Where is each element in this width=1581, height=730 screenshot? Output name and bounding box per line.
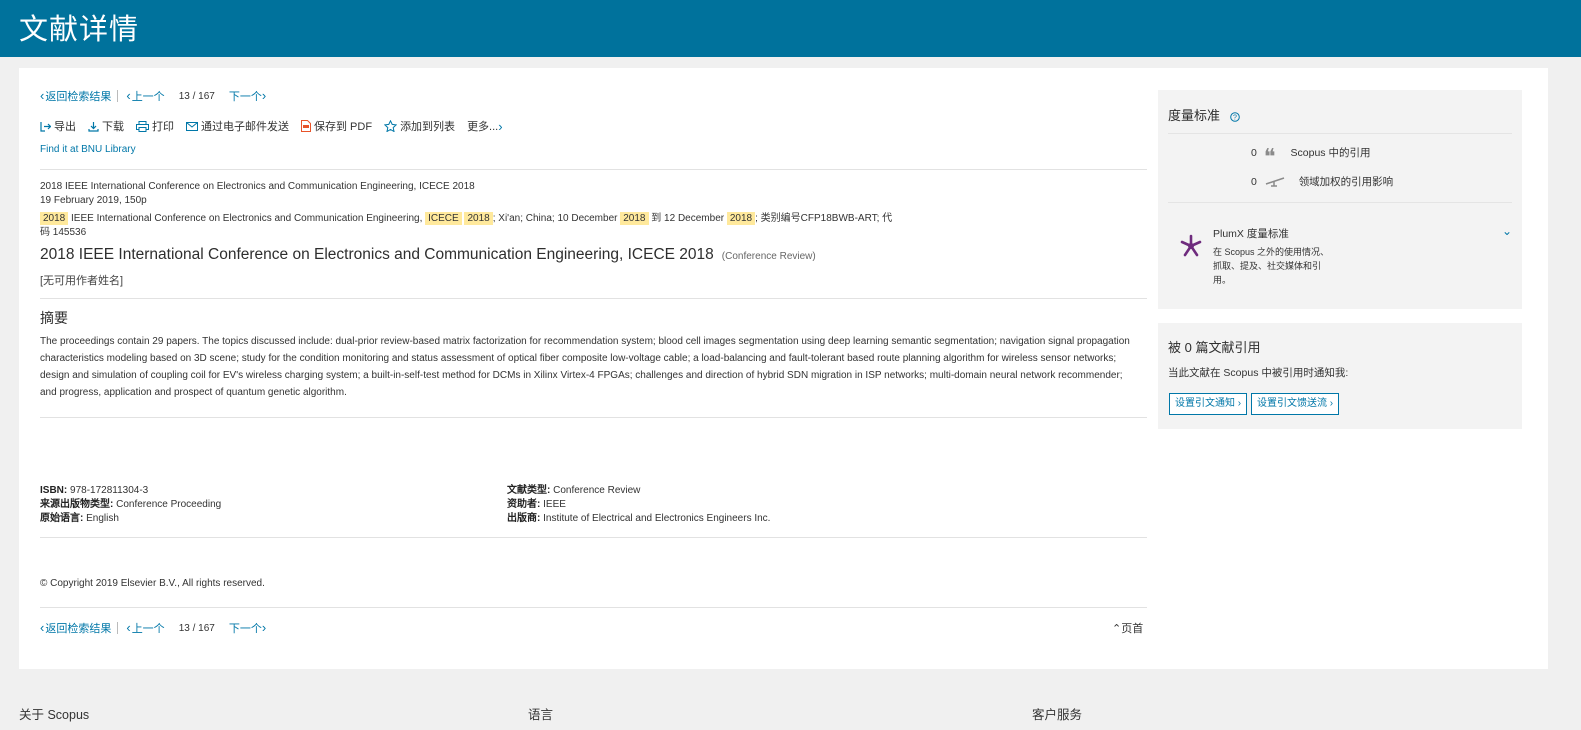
author-list: [无可用作者姓名] — [40, 275, 124, 287]
help-icon[interactable]: ? — [1229, 111, 1240, 122]
prev-link[interactable]: ‹上一个 — [126, 88, 164, 104]
page-indicator: 13 / 167 — [178, 90, 215, 102]
find-it-link[interactable]: Find it at BNU Library — [40, 144, 136, 155]
plumx-description: 在 Scopus 之外的使用情况、抓取、提及、社交媒体和引用。 — [1213, 247, 1330, 285]
divider — [40, 607, 1147, 608]
divider — [1168, 202, 1512, 203]
set-citation-feed-button[interactable]: 设置引文馈送流 › — [1251, 393, 1340, 415]
source-type-field: 来源出版物类型: Conference Proceeding — [40, 499, 222, 510]
pdf-icon — [301, 120, 311, 132]
page-title: 文献详情 — [19, 12, 140, 46]
chevron-right-icon: › — [1235, 398, 1242, 409]
document-type: (Conference Review) — [721, 251, 816, 262]
cited-by-heading: 被 0 篇文献引用 — [1168, 340, 1261, 355]
star-icon — [384, 120, 398, 132]
source-code: 码 145536 — [40, 227, 87, 238]
svg-text:?: ? — [1233, 114, 1237, 121]
metrics-heading: 度量标准 ? — [1168, 105, 1240, 124]
print-button[interactable]: 打印 — [136, 118, 174, 134]
doc-type-field: 文献类型: Conference Review — [507, 485, 641, 496]
metrics-panel: 度量标准 ? 0 ❝ Scopus 中的引用 0 领域加权的引用影响 PlumX… — [1158, 90, 1522, 309]
abstract-text: The proceedings contain 29 papers. The t… — [40, 336, 1130, 398]
isbn-field: ISBN: 978-172811304-3 — [40, 485, 149, 496]
result-nav-bottom: ‹返回检索结果 ‹上一个 13 / 167 下一个 › — [40, 620, 267, 636]
back-to-top-link[interactable]: ⌃页首 — [1112, 620, 1143, 636]
email-button[interactable]: 通过电子邮件发送 — [186, 118, 289, 134]
chevron-right-icon: › — [261, 88, 267, 103]
plumx-icon — [1180, 234, 1202, 257]
more-button[interactable]: 更多... › — [467, 118, 504, 134]
chevron-up-icon: ⌃ — [1112, 623, 1122, 635]
divider — [1168, 133, 1512, 134]
prev-link[interactable]: ‹上一个 — [126, 620, 164, 636]
footer-about[interactable]: 关于 Scopus — [19, 704, 89, 723]
plumx-title[interactable]: PlumX 度量标准 — [1213, 226, 1289, 241]
document-title: 2018 IEEE International Conference on El… — [40, 246, 816, 263]
chevron-left-icon: ‹ — [126, 88, 131, 103]
chevron-right-icon: › — [261, 620, 267, 635]
chevron-right-icon: › — [1327, 398, 1334, 409]
meta-left: ISBN: 978-172811304-3 来源出版物类型: Conferenc… — [40, 484, 221, 526]
copyright-notice: © Copyright 2019 Elsevier B.V., All righ… — [40, 578, 265, 589]
cited-by-panel: 被 0 篇文献引用 当此文献在 Scopus 中被引用时通知我: 设置引文通知 … — [1158, 323, 1522, 429]
envelope-icon — [186, 121, 198, 131]
language-field: 原始语言: English — [40, 513, 119, 524]
fwci-metric[interactable]: 0 领域加权的引用影响 — [1251, 174, 1393, 189]
printer-icon — [136, 120, 149, 132]
abstract-heading: 摘要 — [40, 310, 68, 326]
save-pdf-button[interactable]: 保存到 PDF — [301, 118, 372, 134]
export-icon — [40, 121, 51, 132]
divider — [117, 90, 119, 102]
divider — [40, 537, 1147, 538]
footer-language[interactable]: 语言 — [528, 704, 553, 723]
footer-customer-service[interactable]: 客户服务 — [1032, 704, 1082, 723]
notify-text: 当此文献在 Scopus 中被引用时通知我: — [1168, 367, 1349, 379]
toolbar: 导出 下载 打印 通过电子邮件发送 保存到 PDF 添加到列表 更多... › — [40, 118, 516, 134]
publisher-field: 出版商: Institute of Electrical and Electro… — [507, 513, 771, 524]
meta-right: 文献类型: Conference Review 资助者: IEEE 出版商: I… — [507, 484, 770, 526]
download-button[interactable]: 下载 — [88, 118, 124, 134]
quote-icon: ❝ — [1263, 145, 1276, 170]
set-citation-alert-button[interactable]: 设置引文通知 › — [1169, 393, 1248, 415]
chevron-down-icon[interactable]: ⌄ — [1502, 224, 1512, 238]
divider — [40, 298, 1147, 299]
source-title: 2018 IEEE International Conference on El… — [40, 181, 475, 192]
result-nav-top: ‹返回检索结果 ‹上一个 13 / 167 下一个 › — [40, 88, 267, 104]
back-to-results-link[interactable]: ‹返回检索结果 — [40, 620, 111, 636]
back-to-results-link[interactable]: ‹返回检索结果 — [40, 88, 111, 104]
source-conference: 2018 IEEE International Conference on El… — [40, 209, 892, 225]
divider — [40, 417, 1147, 418]
chevron-left-icon: ‹ — [126, 620, 131, 635]
add-to-list-button[interactable]: 添加到列表 — [384, 118, 455, 134]
export-button[interactable]: 导出 — [40, 118, 76, 134]
sponsor-field: 资助者: IEEE — [507, 499, 566, 510]
page-indicator: 13 / 167 — [178, 622, 215, 634]
divider — [117, 622, 119, 634]
chevron-left-icon: ‹ — [40, 620, 45, 635]
divider — [40, 169, 1147, 170]
source-date: 19 February 2019, 150p — [40, 195, 147, 206]
scopus-citations-metric[interactable]: 0 ❝ Scopus 中的引用 — [1251, 145, 1370, 170]
chevron-left-icon: ‹ — [40, 88, 45, 103]
chevron-right-icon: › — [498, 118, 503, 134]
next-link[interactable]: 下一个 › — [229, 620, 267, 636]
header-bar: 文献详情 — [0, 0, 1581, 57]
scale-icon — [1265, 177, 1285, 187]
download-icon — [88, 121, 99, 132]
next-link[interactable]: 下一个 › — [229, 88, 267, 104]
